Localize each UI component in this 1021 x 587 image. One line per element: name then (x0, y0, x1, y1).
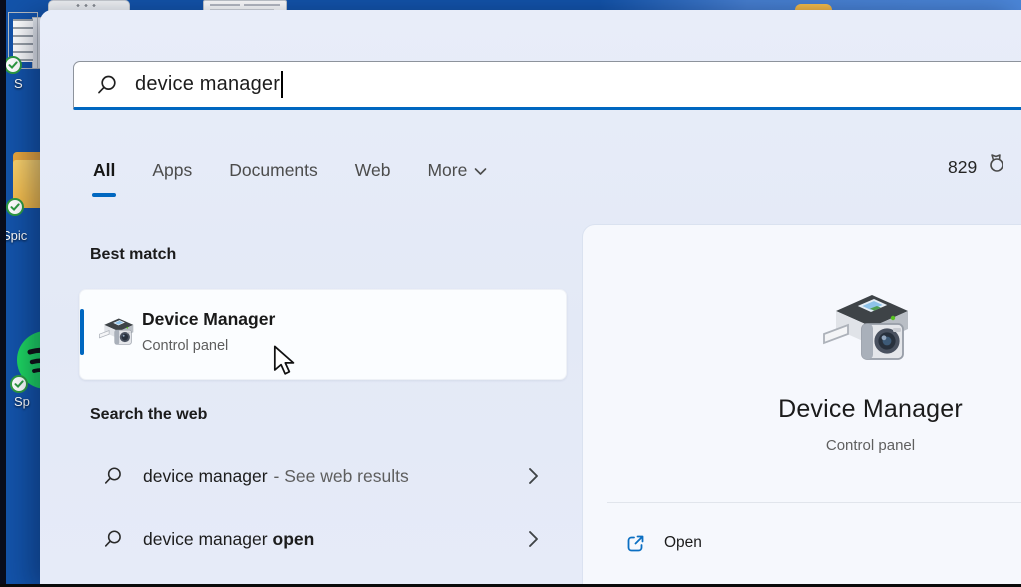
tab-apps[interactable]: Apps (152, 160, 192, 197)
text-cursor (281, 71, 283, 98)
external-link-icon (625, 533, 646, 554)
rewards-points-value: 829 (948, 157, 977, 178)
result-subtitle: Control panel (142, 338, 228, 354)
tab-more[interactable]: More (427, 160, 487, 197)
open-label: Open (664, 534, 702, 552)
search-icon (103, 466, 123, 486)
divider (607, 502, 1021, 503)
sync-check-icon (4, 56, 22, 74)
suggestion-text: device manageropen (143, 529, 314, 550)
device-manager-icon-large (818, 287, 922, 380)
search-filter-tabs: All Apps Documents Web More (93, 160, 487, 197)
device-manager-icon (97, 314, 139, 357)
suggestion-emphasis: open (273, 529, 315, 549)
suggestion-text: device manager- See web results (143, 466, 409, 487)
search-query-text: device manager (135, 73, 280, 96)
screen-edge (0, 0, 6, 587)
search-flyout-panel: device manager All Apps Documents Web Mo… (40, 10, 1021, 587)
chevron-right-icon (528, 467, 539, 485)
best-match-header: Best match (90, 246, 176, 264)
rewards-medal-icon (983, 152, 1003, 178)
chevron-right-icon (528, 530, 539, 548)
search-web-header: Search the web (90, 406, 207, 424)
search-icon (103, 529, 123, 549)
tab-web[interactable]: Web (355, 160, 391, 197)
rewards-points-button[interactable]: 829 (948, 157, 1003, 178)
best-match-result[interactable]: Device Manager Control panel (79, 289, 567, 380)
doc-text-line (244, 4, 280, 6)
desktop-icon-label: Sp (14, 394, 30, 409)
tab-all[interactable]: All (93, 160, 115, 197)
chevron-down-icon (474, 167, 487, 176)
desktop-icon-label: S (14, 76, 23, 91)
web-suggestion-open[interactable]: device manageropen (79, 516, 549, 562)
suggestion-annotation: - See web results (274, 466, 409, 486)
mouse-cursor (273, 345, 297, 382)
sync-check-icon (10, 375, 28, 393)
sync-check-icon (6, 198, 24, 216)
window-menu-dots-icon (75, 4, 97, 7)
selection-accent-bar (80, 309, 84, 355)
search-icon (96, 74, 118, 96)
result-title: Device Manager (142, 309, 275, 330)
preview-subtitle: Control panel (583, 437, 1021, 454)
preview-pane: Device Manager Control panel Open (583, 225, 1021, 587)
doc-text-line (210, 4, 240, 6)
tab-documents[interactable]: Documents (229, 160, 318, 197)
search-input[interactable]: device manager (73, 61, 1021, 110)
open-action[interactable]: Open (607, 520, 1021, 566)
preview-title: Device Manager (583, 395, 1021, 424)
web-suggestion-see-results[interactable]: device manager- See web results (79, 453, 549, 499)
